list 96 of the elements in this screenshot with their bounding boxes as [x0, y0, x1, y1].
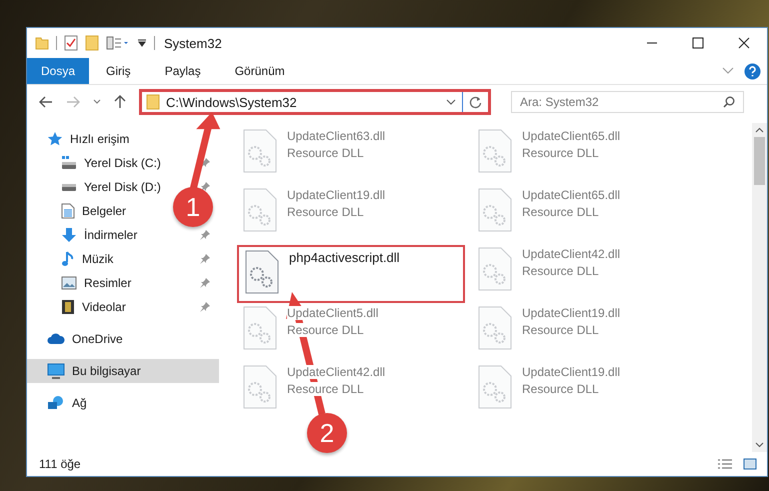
ribbon-tab[interactable]: Paylaş [148, 58, 218, 84]
scrollbar[interactable] [752, 123, 767, 452]
drive-icon [61, 155, 77, 171]
file-item[interactable]: UpdateClient65.dll Resource DLL [472, 127, 707, 175]
file-name: php4activescript.dll [289, 250, 400, 265]
ribbon-tab[interactable]: Giriş [89, 58, 148, 84]
file-name: UpdateClient65.dll [522, 129, 620, 143]
search-field[interactable]: Ara: System32 [511, 91, 744, 113]
sidebar-item[interactable]: Yerel Disk (D:) [27, 175, 167, 199]
address-path: C:\Windows\System32 [166, 94, 298, 110]
checklist-icon[interactable] [64, 35, 78, 51]
film-icon [61, 299, 75, 315]
file-name: UpdateClient5.dll [287, 306, 378, 320]
details-view-icon[interactable] [717, 458, 733, 470]
dll-file-icon [243, 188, 277, 232]
sidebar-label: Videolar [82, 300, 126, 314]
file-item[interactable]: UpdateClient65.dll Resource DLL [472, 186, 707, 234]
drive-icon [61, 182, 77, 192]
sidebar-item[interactable]: Belgeler [27, 199, 132, 223]
pin-icon[interactable] [199, 277, 211, 289]
file-item[interactable]: UpdateClient42.dll Resource DLL [237, 363, 472, 411]
item-count: 111 öğe [39, 457, 81, 471]
dll-file-icon [478, 188, 512, 232]
scroll-up-icon[interactable] [755, 127, 764, 133]
properties-icon[interactable] [106, 36, 130, 50]
file-name: UpdateClient42.dll [287, 365, 386, 379]
window-title: System32 [164, 36, 222, 50]
file-name: UpdateClient63.dll [287, 129, 386, 143]
sidebar-label: Belgeler [82, 204, 126, 218]
file-item[interactable]: UpdateClient5.dll Resource DLL [237, 304, 472, 352]
sidebar-item[interactable]: Videolar [27, 295, 132, 319]
dll-file-icon [478, 247, 512, 291]
monitor-icon [47, 363, 65, 379]
dll-file-icon [478, 365, 512, 409]
file-name: UpdateClient19.dll [522, 306, 620, 320]
sidebar-item[interactable]: Ağ [27, 391, 219, 415]
sidebar-label: İndirmeler [84, 228, 138, 242]
address-bar[interactable]: C:\Windows\System32 [139, 89, 491, 115]
sidebar-item[interactable]: Bu bilgisayar [27, 359, 219, 383]
scrollbar-thumb[interactable] [754, 137, 765, 185]
file-item[interactable]: UpdateClient19.dll Resource DLL [472, 363, 707, 411]
dll-file-icon [245, 250, 279, 294]
dll-file-icon [243, 306, 277, 350]
sidebar-item[interactable]: OneDrive [27, 327, 219, 351]
file-name: UpdateClient19.dll [522, 365, 620, 379]
file-item[interactable]: UpdateClient19.dll Resource DLL [237, 186, 472, 234]
pin-icon[interactable] [199, 181, 211, 193]
sidebar-label: Bu bilgisayar [72, 364, 142, 378]
folder-icon [146, 94, 160, 110]
ribbon-tab[interactable]: Dosya [27, 58, 90, 84]
chevron-down-icon[interactable] [446, 98, 456, 106]
sidebar-label: Resimler [84, 276, 132, 290]
dll-file-icon [478, 129, 512, 173]
pin-icon[interactable] [199, 253, 211, 265]
thumbnail-view-icon[interactable] [743, 458, 757, 470]
dll-file-icon [478, 306, 512, 350]
cloud-icon [47, 333, 65, 345]
file-name: UpdateClient19.dll [287, 188, 386, 202]
up-arrow-icon[interactable] [114, 95, 126, 109]
file-item[interactable]: UpdateClient19.dll Resource DLL [472, 304, 707, 352]
close-icon[interactable] [738, 37, 750, 49]
dll-file-icon [243, 129, 277, 173]
sidebar-label: Yerel Disk (D:) [84, 180, 161, 194]
back-arrow-icon[interactable] [39, 96, 53, 108]
file-name: UpdateClient65.dll [522, 188, 620, 202]
ribbon-tab[interactable]: Görünüm [218, 58, 302, 84]
pin-icon[interactable] [199, 229, 211, 241]
pin-icon[interactable] [199, 301, 211, 313]
sidebar-label: Hızlı erişim [70, 132, 130, 146]
scroll-down-icon[interactable] [755, 442, 764, 448]
sidebar-label: Ağ [72, 396, 88, 410]
dll-file-icon [243, 365, 277, 409]
picture-icon [61, 276, 77, 290]
sidebar-item[interactable]: İndirmeler [27, 223, 144, 247]
file-item[interactable]: UpdateClient42.dll Resource DLL [472, 245, 707, 293]
search-icon [723, 96, 735, 108]
sidebar-item[interactable]: Yerel Disk (C:) [27, 151, 167, 175]
refresh-icon[interactable] [469, 96, 482, 108]
sidebar-item[interactable]: Hızlı erişim [27, 127, 219, 151]
dropdown-icon[interactable] [137, 38, 147, 48]
help-icon[interactable] [744, 62, 761, 80]
sidebar-label: Müzik [82, 252, 114, 266]
music-note-icon [61, 251, 75, 267]
file-item[interactable]: UpdateClient63.dll Resource DLL [237, 127, 472, 175]
download-arrow-icon [61, 227, 77, 243]
star-icon [47, 131, 63, 147]
sidebar-label: OneDrive [72, 332, 124, 346]
chevron-down-icon[interactable] [93, 99, 101, 105]
document-icon [61, 203, 75, 219]
sidebar-item[interactable]: Resimler [27, 271, 138, 295]
network-icon [47, 395, 65, 411]
file-name: UpdateClient42.dll [522, 247, 620, 261]
sidebar-item[interactable]: Müzik [27, 247, 120, 271]
file-item[interactable]: php4activescript.dll [237, 245, 465, 303]
maximize-icon[interactable] [692, 37, 704, 49]
sidebar-label: Yerel Disk (C:) [84, 156, 161, 170]
